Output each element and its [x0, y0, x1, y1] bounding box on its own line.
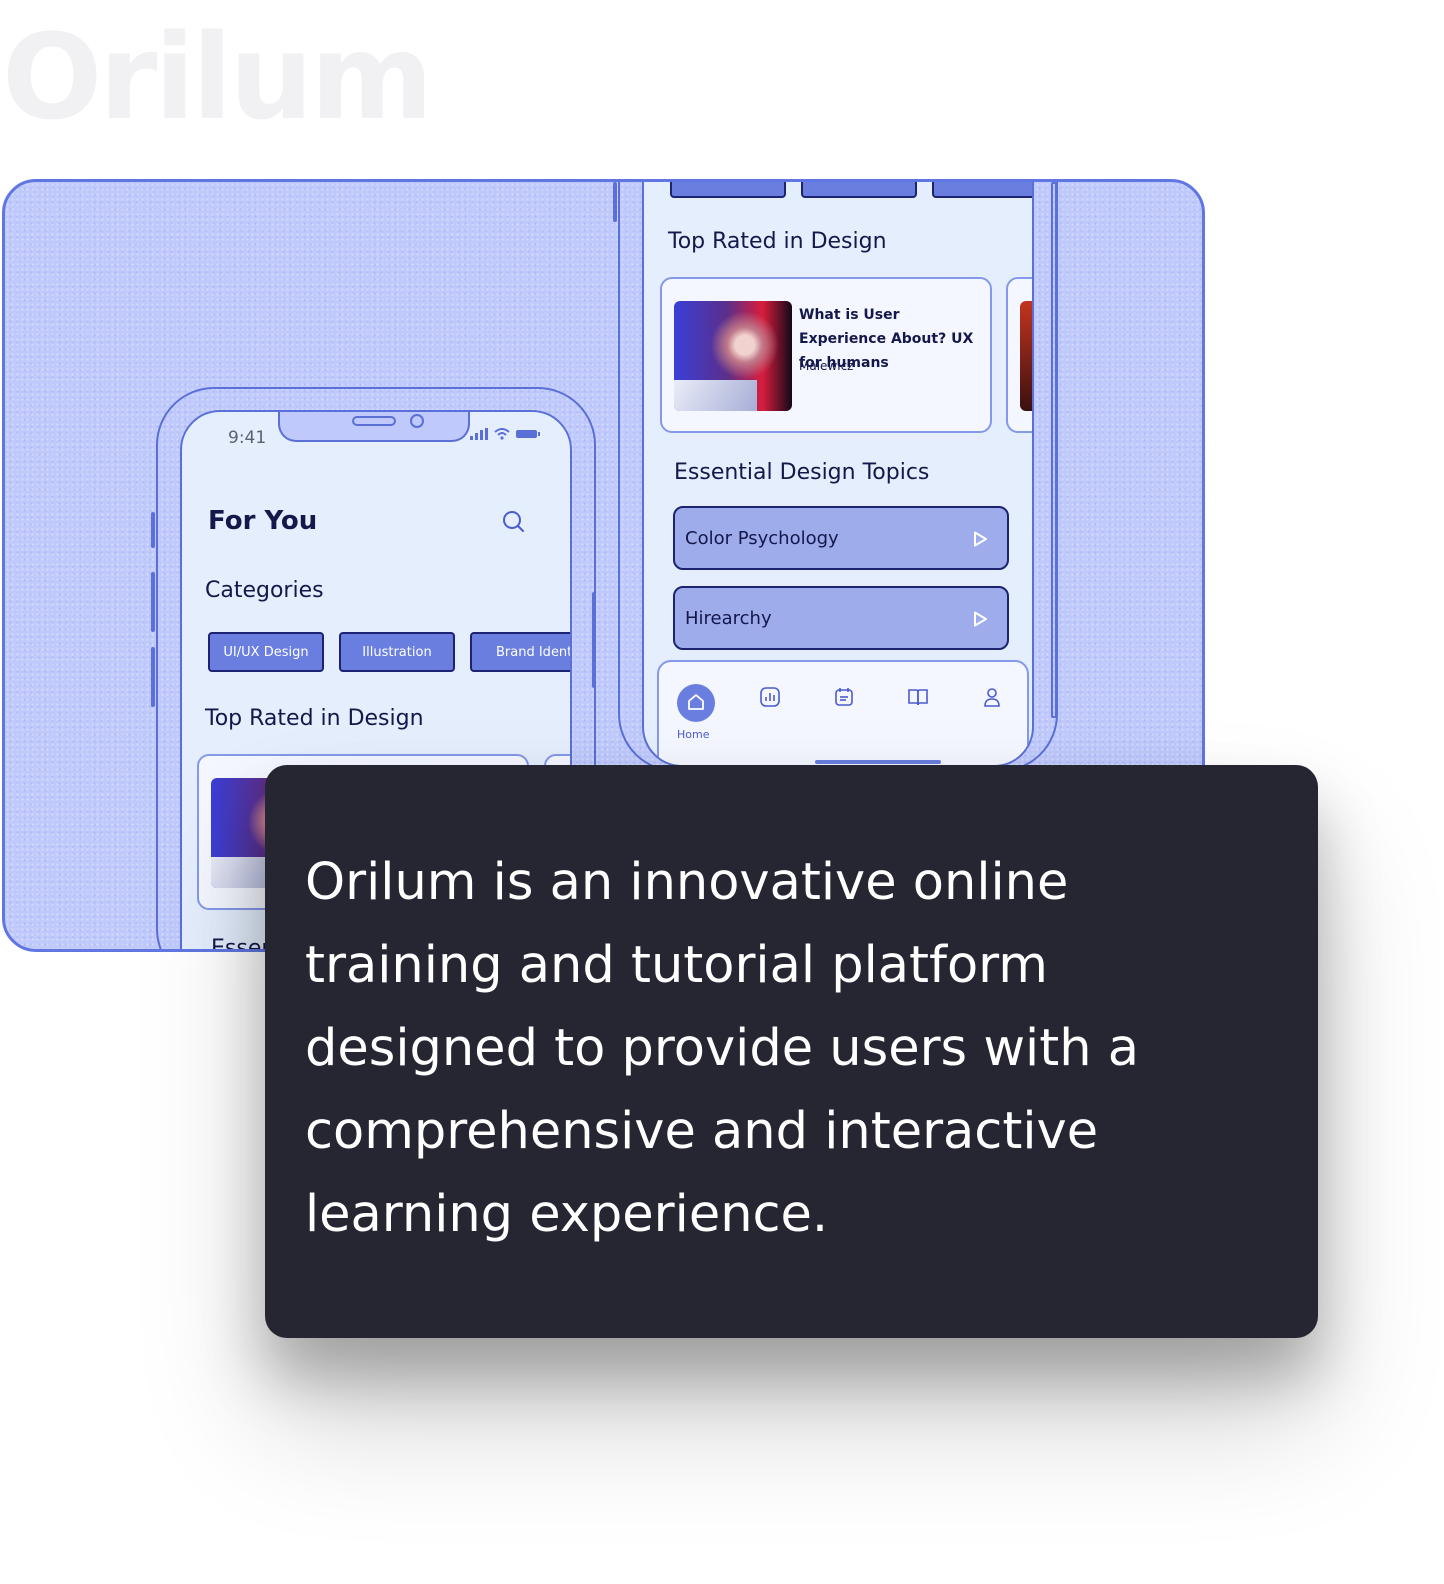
home-icon: [688, 694, 704, 710]
topic-label: Color Psychology: [685, 528, 839, 549]
description-card: Orilum is an innovative online training …: [265, 765, 1318, 1338]
play-icon[interactable]: [971, 610, 989, 628]
course-card-peek[interactable]: [1006, 277, 1032, 433]
course-thumbnail: [1020, 301, 1032, 411]
home-indicator: [815, 760, 941, 764]
essential-topics-heading: Essential Design Topics: [674, 460, 930, 485]
course-thumbnail: [674, 301, 792, 411]
category-chip-uiux[interactable]: UI/UX Design: [208, 632, 324, 672]
left-phone-side-button: [151, 512, 155, 548]
bottom-tab-bar: Home: [657, 660, 1029, 765]
topic-color-psychology[interactable]: Color Psychology: [673, 506, 1009, 570]
phone-notch: [278, 412, 470, 442]
category-chip-top[interactable]: [670, 182, 786, 198]
category-chip-top[interactable]: [932, 182, 1032, 198]
left-phone-side-button: [151, 647, 155, 707]
right-phone-screen: Top Rated in Design What is User Experie…: [642, 182, 1034, 767]
tab-home-label: Home: [677, 728, 710, 741]
categories-heading: Categories: [205, 578, 324, 603]
top-rated-heading: Top Rated in Design: [205, 706, 424, 731]
topic-label: Hirearchy: [685, 608, 772, 629]
category-chip-illustration[interactable]: Illustration: [339, 632, 455, 672]
battery-icon: [516, 430, 540, 438]
topic-hierarchy[interactable]: Hirearchy: [673, 586, 1009, 650]
tab-home[interactable]: [677, 684, 715, 722]
profile-icon[interactable]: [981, 686, 1003, 708]
calendar-icon[interactable]: [833, 686, 855, 708]
speaker-grille: [352, 416, 396, 426]
page-title: For You: [208, 506, 318, 536]
search-icon[interactable]: [502, 510, 526, 534]
category-chip-top[interactable]: [801, 182, 917, 198]
brand-watermark: Orilum: [2, 8, 433, 146]
right-phone-side-button: [613, 182, 617, 222]
camera-dot: [410, 414, 424, 428]
play-icon[interactable]: [971, 530, 989, 548]
book-icon[interactable]: [907, 686, 929, 708]
status-icons: [470, 428, 540, 440]
left-phone-power-button: [592, 592, 596, 688]
signal-icon: [470, 428, 488, 440]
category-chip-brand-identity[interactable]: Brand Ident: [470, 632, 570, 672]
left-phone-side-button: [151, 572, 155, 632]
course-author: Malewicz: [799, 359, 854, 373]
description-text: Orilum is an innovative online training …: [305, 853, 1139, 1244]
wifi-icon: [494, 428, 510, 440]
featured-course-card[interactable]: What is User Experience About? UX for hu…: [660, 277, 992, 433]
top-rated-heading: Top Rated in Design: [668, 229, 887, 254]
status-time: 9:41: [228, 428, 267, 448]
stats-icon[interactable]: [759, 686, 781, 708]
right-phone-power-button: [1051, 182, 1057, 718]
